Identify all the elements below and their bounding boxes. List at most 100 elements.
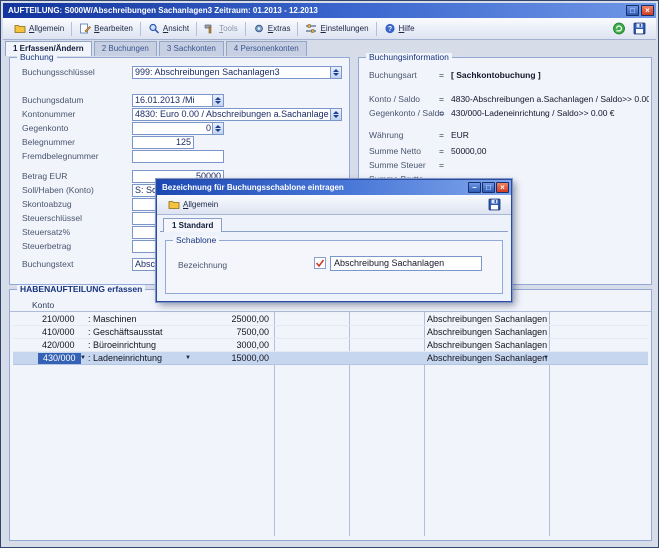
help-icon: ?	[384, 23, 396, 34]
dialog-tab-standard[interactable]: 1 Standard	[163, 218, 222, 232]
field-row: Buchungsdatum 16.01.2013 /Mi	[10, 94, 349, 107]
tab-sachkonten[interactable]: 3 Sachkonten	[159, 41, 224, 56]
title-bar[interactable]: AUFTEILUNG: S000W/Abschreibungen Sachanl…	[3, 3, 656, 18]
table-row-selected[interactable]: 430/000 ▼ : Ladeneinrichtung ▼ 15000,00 …	[13, 352, 648, 365]
close-icon: ×	[645, 6, 650, 15]
gegenkonto-combo[interactable]: 0	[132, 122, 224, 135]
info-row: Summe Steuer=	[359, 160, 651, 172]
folder-icon	[14, 23, 26, 34]
dropdown-icon[interactable]: ▼	[543, 352, 549, 365]
table-row[interactable]: 410/000 : Geschäftsausstat 7500,00 Absch…	[13, 326, 648, 339]
restore-button[interactable]: □	[626, 5, 639, 16]
field-label: Skontoabzug	[22, 199, 72, 209]
toolbar-separator	[196, 22, 197, 36]
folder-icon	[168, 199, 180, 210]
field-row: Kontonummer 4830: Euro 0.00 / Abschreibu…	[10, 108, 349, 121]
field-label: Betrag EUR	[22, 171, 67, 181]
dialog-menu-allgemein[interactable]: Allgemein	[163, 197, 223, 212]
menu-allgemein[interactable]: Allgemein	[9, 21, 69, 36]
bezeichnung-label: Bezeichnung	[178, 260, 227, 270]
field-label: Belegnummer	[22, 137, 75, 147]
toolbar-separator	[245, 22, 246, 36]
toolbar-separator	[140, 22, 141, 36]
menu-einstellungen[interactable]: Einstellungen	[300, 21, 373, 36]
minimize-icon: –	[472, 183, 476, 192]
spinner-icon[interactable]	[330, 109, 341, 120]
dialog-close-button[interactable]: ×	[496, 182, 509, 193]
fremdbelegnummer-input[interactable]	[132, 150, 224, 163]
refresh-icon[interactable]	[612, 22, 626, 35]
edit-icon	[79, 23, 91, 34]
schablone-dialog: Bezeichnung für Buchungsschablone eintra…	[156, 179, 512, 302]
tools-icon	[204, 23, 216, 34]
dialog-title-bar[interactable]: Bezeichnung für Buchungsschablone eintra…	[157, 180, 511, 195]
info-row: Buchungsart=[ Sachkontobuchung ]	[359, 70, 651, 82]
menu-hilfe[interactable]: ? Hilfe	[379, 21, 420, 36]
check-button-icon[interactable]	[314, 257, 326, 269]
restore-icon: □	[630, 6, 635, 15]
summe-netto-value: 50000,00	[451, 146, 649, 156]
spinner-icon[interactable]	[330, 67, 341, 78]
info-row: Währung=EUR	[359, 130, 651, 142]
buchungsdatum-spinner[interactable]: 16.01.2013 /Mi	[132, 94, 224, 107]
svg-text:?: ?	[387, 26, 391, 33]
tab-personenkonten[interactable]: 4 Personenkonten	[226, 41, 307, 56]
schablone-group-title: Schablone	[173, 236, 219, 245]
buchung-group-title: Buchung	[17, 53, 57, 62]
window-title: AUFTEILUNG: S000W/Abschreibungen Sachanl…	[8, 6, 318, 15]
field-label: Steuerbetrag	[22, 241, 71, 251]
habenaufteilung-group: HABENAUFTEILUNG erfassen Konto 210/000 :…	[9, 289, 652, 541]
dialog-maximize-button[interactable]: □	[482, 182, 495, 193]
waehrung-value: EUR	[451, 130, 649, 140]
gear-icon	[253, 23, 265, 34]
field-label: Kontonummer	[22, 109, 75, 119]
app-window: AUFTEILUNG: S000W/Abschreibungen Sachanl…	[0, 0, 659, 548]
menu-ansicht[interactable]: Ansicht	[143, 21, 194, 36]
field-label: Buchungstext	[22, 259, 74, 269]
info-row: Gegenkonto / Saldo=430/000-Ladeneinricht…	[359, 108, 651, 120]
field-label: Steuersatz%	[22, 227, 70, 237]
main-toolbar: Allgemein Bearbeiten Ansicht Tools Extra…	[3, 18, 656, 40]
dropdown-icon[interactable]: ▼	[80, 352, 86, 365]
field-label: Steuerschlüssel	[22, 213, 82, 223]
spinner-icon[interactable]	[212, 123, 223, 134]
table-row[interactable]: 210/000 : Maschinen 25000,00 Abschreibun…	[13, 313, 648, 326]
magnifier-icon	[148, 23, 160, 34]
info-row: Konto / Saldo=4830-Abschreibungen a.Sach…	[359, 94, 651, 106]
toolbar-separator	[376, 22, 377, 36]
table-row[interactable]: 420/000 : Büroeinrichtung 3000,00 Abschr…	[13, 339, 648, 352]
toolbar-separator	[71, 22, 72, 36]
field-label: Gegenkonto	[22, 123, 68, 133]
konto-column-header: Konto	[32, 300, 54, 310]
konto-saldo-value: 4830-Abschreibungen a.Sachanlagen / Sald…	[451, 94, 649, 104]
dialog-toolbar: Allgemein	[157, 195, 511, 215]
field-label: Fremdbelegnummer	[22, 151, 99, 161]
maximize-icon: □	[486, 183, 491, 192]
buchungsart-value: [ Sachkontobuchung ]	[451, 70, 649, 80]
habenaufteilung-title: HABENAUFTEILUNG erfassen	[17, 285, 145, 294]
dialog-minimize-button[interactable]: –	[468, 182, 481, 193]
belegnummer-input[interactable]: 125	[132, 136, 194, 149]
buchungsschluessel-combo[interactable]: 999: Abschreibungen Sachanlagen3	[132, 66, 342, 79]
field-row: Belegnummer 125	[10, 136, 349, 149]
menu-extras[interactable]: Extras	[248, 21, 296, 36]
tab-buchungen[interactable]: 2 Buchungen	[94, 41, 157, 56]
save-icon[interactable]	[488, 198, 501, 211]
save-icon[interactable]	[633, 22, 646, 35]
info-row: Summe Netto=50000,00	[359, 146, 651, 158]
menu-tools[interactable]: Tools	[199, 21, 243, 36]
close-button[interactable]: ×	[641, 5, 654, 16]
kontonummer-combo[interactable]: 4830: Euro 0.00 / Abschreibungen a.Sacha…	[132, 108, 342, 121]
bezeichnung-input[interactable]: Abschreibung Sachanlagen	[330, 256, 482, 271]
gegenkonto-saldo-value: 430/000-Ladeneinrichtung / Saldo>> 0.00 …	[451, 108, 649, 118]
menu-bearbeiten[interactable]: Bearbeiten	[74, 21, 138, 36]
schablone-group: Schablone Bezeichnung Abschreibung Sacha…	[165, 240, 503, 294]
field-row: Buchungsschlüssel 999: Abschreibungen Sa…	[10, 66, 349, 79]
spinner-icon[interactable]	[212, 95, 223, 106]
dialog-title: Bezeichnung für Buchungsschablone eintra…	[162, 183, 344, 192]
sliders-icon	[305, 23, 317, 34]
info-group-title: Buchungsinformation	[366, 53, 452, 62]
close-icon: ×	[500, 183, 505, 192]
field-row: Gegenkonto 0	[10, 122, 349, 135]
field-label: Buchungsdatum	[22, 95, 83, 105]
